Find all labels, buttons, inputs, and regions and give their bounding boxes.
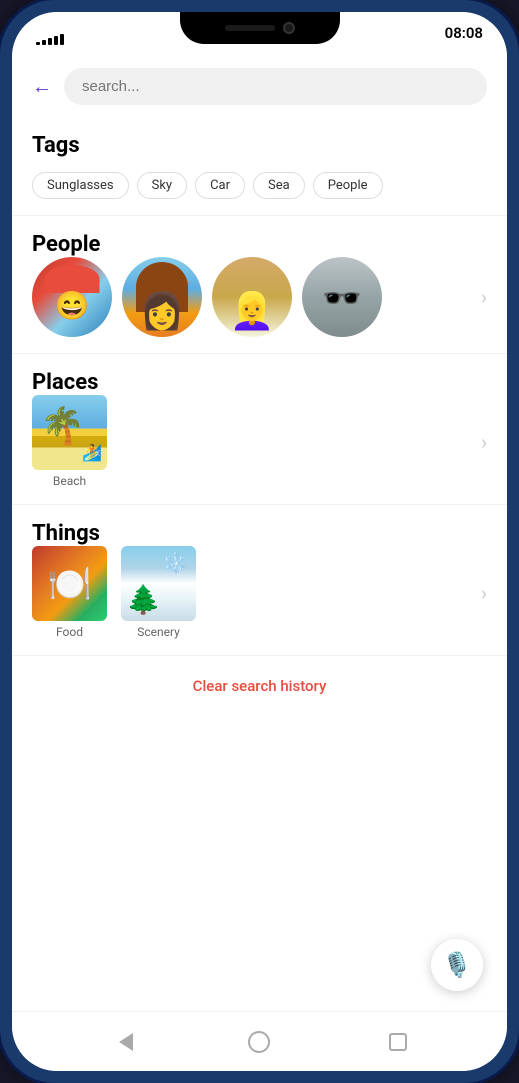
signal-indicator: [36, 34, 64, 45]
people-title: People: [32, 232, 487, 257]
avatar-person2[interactable]: [122, 257, 202, 337]
tag-sky[interactable]: Sky: [137, 172, 187, 199]
microphone-button[interactable]: 🎙️: [431, 939, 483, 991]
scenery-label: Scenery: [137, 625, 180, 639]
thing-items: Food Scenery: [32, 546, 481, 639]
place-beach[interactable]: Beach: [32, 395, 107, 488]
place-items: Beach: [32, 395, 481, 488]
search-input[interactable]: [64, 68, 487, 105]
signal-bar-1: [36, 42, 40, 45]
phone-screen: 08:08 ← Tags Sunglasses Sky Car Sea Peop…: [12, 12, 507, 1071]
avatar-person1[interactable]: [32, 257, 112, 337]
thing-food[interactable]: Food: [32, 546, 107, 639]
avatar-person4[interactable]: [302, 257, 382, 337]
nav-home-button[interactable]: [244, 1027, 274, 1057]
search-bar: ←: [12, 56, 507, 117]
tag-sea[interactable]: Sea: [253, 172, 305, 199]
tag-people[interactable]: People: [313, 172, 383, 199]
status-time: 08:08: [445, 24, 483, 42]
places-title: Places: [32, 370, 487, 395]
tags-list: Sunglasses Sky Car Sea People: [32, 172, 487, 199]
clear-history-section: Clear search history: [12, 656, 507, 715]
places-chevron-icon[interactable]: ›: [481, 430, 487, 454]
bottom-navigation: [12, 1011, 507, 1071]
things-section: Things Food Scenery ›: [12, 505, 507, 656]
microphone-icon: 🎙️: [442, 951, 472, 979]
main-content: ← Tags Sunglasses Sky Car Sea People Peo…: [12, 56, 507, 1011]
things-row: Food Scenery ›: [32, 546, 487, 639]
clear-history-button[interactable]: Clear search history: [193, 677, 327, 695]
places-section: Places Beach ›: [12, 354, 507, 505]
signal-bar-5: [60, 34, 64, 45]
speaker: [225, 25, 275, 31]
tag-car[interactable]: Car: [195, 172, 245, 199]
food-label: Food: [56, 625, 83, 639]
beach-thumbnail: [32, 395, 107, 470]
nav-back-button[interactable]: [106, 1027, 136, 1057]
phone-frame: 08:08 ← Tags Sunglasses Sky Car Sea Peop…: [0, 0, 519, 1083]
back-nav-icon: [109, 1033, 133, 1051]
avatar-person3[interactable]: [212, 257, 292, 337]
people-section: People ›: [12, 216, 507, 354]
tags-title: Tags: [32, 133, 487, 158]
tags-section: Tags Sunglasses Sky Car Sea People: [12, 117, 507, 216]
things-chevron-icon[interactable]: ›: [481, 581, 487, 605]
things-title: Things: [32, 521, 487, 546]
food-thumbnail: [32, 546, 107, 621]
scenery-thumbnail: [121, 546, 196, 621]
thing-scenery[interactable]: Scenery: [121, 546, 196, 639]
beach-label: Beach: [53, 474, 86, 488]
front-camera: [283, 22, 295, 34]
recent-nav-icon: [389, 1033, 407, 1051]
signal-bar-4: [54, 36, 58, 45]
nav-recent-button[interactable]: [383, 1027, 413, 1057]
people-chevron-icon[interactable]: ›: [481, 285, 487, 309]
home-nav-icon: [248, 1031, 270, 1053]
people-avatars: [32, 257, 469, 337]
tag-sunglasses[interactable]: Sunglasses: [32, 172, 129, 199]
notch: [180, 12, 340, 44]
signal-bar-2: [42, 40, 46, 45]
signal-bar-3: [48, 38, 52, 45]
people-row: ›: [32, 257, 487, 337]
back-button[interactable]: ←: [32, 74, 52, 99]
places-row: Beach ›: [32, 395, 487, 488]
